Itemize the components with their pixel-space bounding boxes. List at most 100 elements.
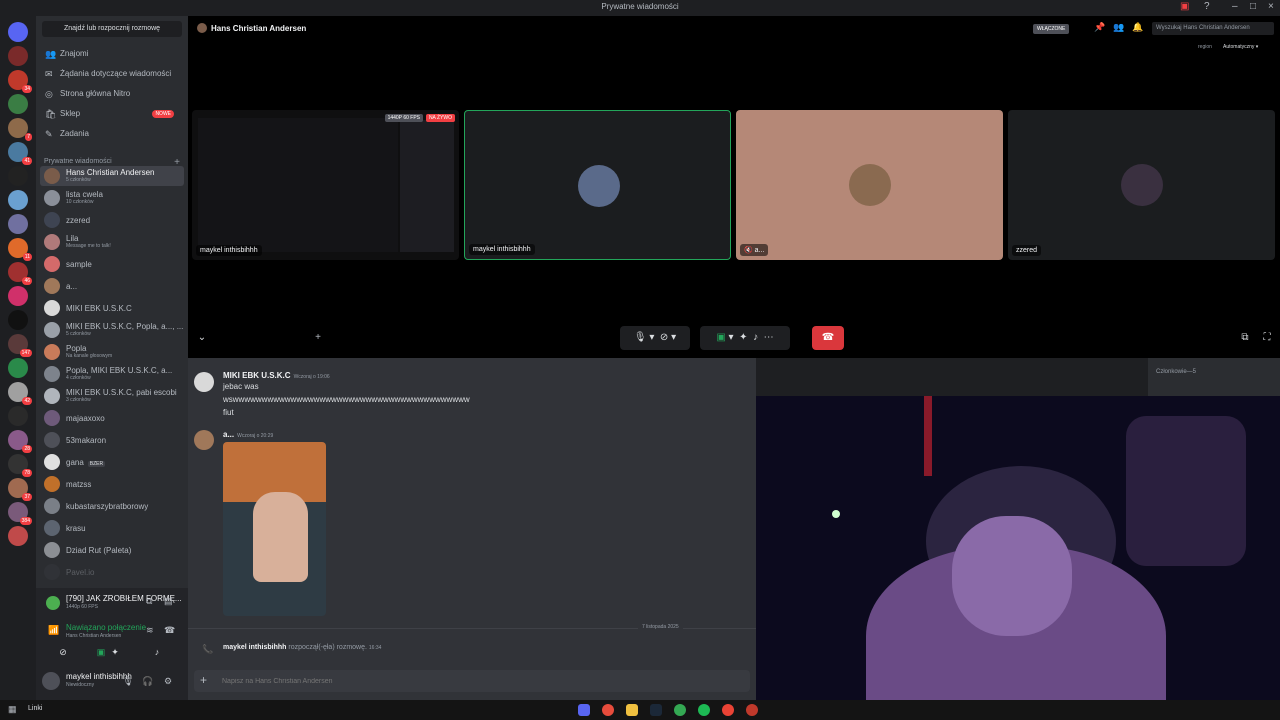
- more-icon[interactable]: ⋯: [764, 332, 774, 343]
- dm-item[interactable]: Popla Na kanale głosowym: [40, 342, 184, 362]
- server-icon[interactable]: 28: [8, 430, 32, 453]
- dm-item[interactable]: MIKI EBK U.S.K.C, Popla, a..., ... 5 czło…: [40, 320, 184, 340]
- taskbar-label[interactable]: Linki: [28, 705, 42, 712]
- server-icon[interactable]: [8, 166, 28, 186]
- server-icon[interactable]: 384: [8, 502, 32, 525]
- server-icon[interactable]: 78: [8, 454, 32, 477]
- server-icon[interactable]: 34: [8, 70, 32, 93]
- dm-item[interactable]: kubastarszybratborowy: [40, 496, 184, 516]
- server-icon[interactable]: 147: [8, 334, 32, 357]
- stream-tile[interactable]: 1440P 60 FPS NA ŻYWO maykel inthisbihhh: [192, 110, 459, 260]
- server-icon[interactable]: 42: [8, 382, 32, 405]
- region-select[interactable]: Automatyczny ▾: [1223, 44, 1258, 50]
- dm-item[interactable]: Hans Christian Andersen 5 członków: [40, 166, 184, 186]
- server-icon[interactable]: 11: [8, 238, 32, 261]
- share-screen-icon[interactable]: ▣: [716, 332, 725, 343]
- dm-item[interactable]: Lila Message me to talk!: [40, 232, 184, 252]
- server-icon[interactable]: 41: [8, 142, 32, 165]
- find-conversation-button[interactable]: Znajdź lub rozpocznij rozmowę: [42, 21, 182, 37]
- server-icon[interactable]: [8, 190, 28, 210]
- dm-item[interactable]: sample: [40, 254, 184, 274]
- voice-channel-name[interactable]: Hans Christian Andersen: [66, 633, 121, 639]
- server-icon[interactable]: [8, 46, 28, 66]
- leave-call-button[interactable]: ☎: [812, 326, 844, 350]
- microphone-icon[interactable]: 🎙: [634, 332, 647, 343]
- screen-icon[interactable]: ▤: [164, 596, 173, 607]
- system-author[interactable]: maykel inthisbihhh: [223, 644, 286, 651]
- share-screen-icon[interactable]: ▣: [94, 646, 108, 658]
- server-icon[interactable]: 37: [8, 478, 32, 501]
- nav-quests[interactable]: ✎ Zadania: [42, 126, 182, 142]
- avatar[interactable]: [194, 430, 214, 450]
- dm-item[interactable]: majaaxoxo: [40, 408, 184, 428]
- participant-tile[interactable]: zzered: [1008, 110, 1275, 260]
- dm-item[interactable]: a...: [40, 276, 184, 296]
- discord-icon[interactable]: [578, 704, 590, 716]
- dm-item[interactable]: MIKI EBK U.S.K.C, pabi escobi 3 członków: [40, 386, 184, 406]
- disconnect-icon[interactable]: ☎: [164, 625, 175, 636]
- message-input[interactable]: [222, 674, 722, 688]
- soundboard-icon[interactable]: ♪: [150, 646, 164, 658]
- dm-item[interactable]: lista cwela 10 członków: [40, 188, 184, 208]
- signal-icon[interactable]: 📶: [48, 625, 59, 636]
- popout-icon[interactable]: ⧉: [1238, 326, 1252, 350]
- chrome-profile-icon[interactable]: [722, 704, 734, 716]
- server-icon[interactable]: [8, 286, 28, 306]
- participant-tile[interactable]: 🔇 a...: [736, 110, 1003, 260]
- spotify-icon[interactable]: [698, 704, 710, 716]
- nav-shop[interactable]: 🛍 Sklep NOWE: [42, 106, 182, 122]
- inbox-icon[interactable]: ▣: [1180, 1, 1189, 12]
- soundboard-icon[interactable]: ♪: [753, 332, 758, 343]
- dm-item[interactable]: Pavel.io: [40, 562, 184, 582]
- chevron-down-icon[interactable]: ⌄: [196, 326, 208, 350]
- dm-item[interactable]: 53makaron: [40, 430, 184, 450]
- dm-item[interactable]: krasu: [40, 518, 184, 538]
- popout-icon[interactable]: ⧉: [146, 596, 152, 607]
- fullscreen-icon[interactable]: ⛶: [1260, 326, 1274, 350]
- chrome-icon[interactable]: [674, 704, 686, 716]
- noise-suppression-icon[interactable]: ≋: [146, 625, 154, 636]
- close-button[interactable]: ×: [1268, 1, 1274, 12]
- participant-tile[interactable]: maykel inthisbihhh: [464, 110, 731, 260]
- server-icon[interactable]: [8, 526, 28, 546]
- camera-off-icon[interactable]: ⊘: [56, 646, 70, 658]
- dm-item[interactable]: Popla, MIKI EBK U.S.K.C, a... 4 członków: [40, 364, 184, 384]
- maximize-button[interactable]: □: [1250, 1, 1256, 12]
- server-icon[interactable]: [8, 94, 28, 114]
- avatar[interactable]: [194, 372, 214, 392]
- attach-icon[interactable]: +: [200, 673, 207, 687]
- nav-nitro[interactable]: ◎ Strona główna Nitro: [42, 86, 182, 102]
- help-icon[interactable]: ?: [1204, 1, 1210, 12]
- nav-message-requests[interactable]: ✉ Żądania dotyczące wiadomości: [42, 66, 182, 82]
- server-icon[interactable]: 46: [8, 262, 32, 285]
- folder-icon[interactable]: [626, 704, 638, 716]
- members-icon[interactable]: 🔔: [1132, 22, 1143, 33]
- activities-icon[interactable]: ✦: [108, 646, 122, 658]
- server-icon[interactable]: 7: [8, 118, 32, 141]
- gear-icon[interactable]: ⚙: [162, 675, 174, 687]
- message-author[interactable]: a... Wczoraj o 20:29: [223, 430, 273, 439]
- discord-home-icon[interactable]: [8, 22, 28, 42]
- activities-icon[interactable]: ✦: [739, 332, 747, 343]
- camera-off-icon[interactable]: ⊘: [660, 332, 668, 343]
- server-icon[interactable]: [8, 358, 28, 378]
- message-author[interactable]: MIKI EBK U.S.K.C Wczoraj o 19:06: [223, 371, 330, 380]
- app-icon[interactable]: [746, 704, 758, 716]
- image-attachment[interactable]: [223, 442, 326, 616]
- microphone-icon[interactable]: 🎙: [122, 675, 134, 687]
- opera-icon[interactable]: [602, 704, 614, 716]
- connection-status[interactable]: Nawiązano połączenie: [66, 623, 146, 632]
- headphones-icon[interactable]: 🎧: [142, 675, 154, 687]
- links-icon[interactable]: ▦: [8, 704, 17, 715]
- avatar[interactable]: [42, 672, 60, 690]
- minimize-button[interactable]: –: [1232, 1, 1238, 12]
- dm-item[interactable]: matzss: [40, 474, 184, 494]
- server-icon[interactable]: [8, 214, 28, 234]
- server-icon[interactable]: [8, 406, 28, 426]
- dm-item[interactable]: Dziad Rut (Paleta): [40, 540, 184, 560]
- steam-icon[interactable]: [650, 704, 662, 716]
- add-member-icon[interactable]: 👥: [1113, 22, 1124, 33]
- dm-item[interactable]: MIKI EBK U.S.K.C: [40, 298, 184, 318]
- nav-friends[interactable]: 👥 Znajomi: [42, 46, 182, 62]
- server-icon[interactable]: [8, 310, 28, 330]
